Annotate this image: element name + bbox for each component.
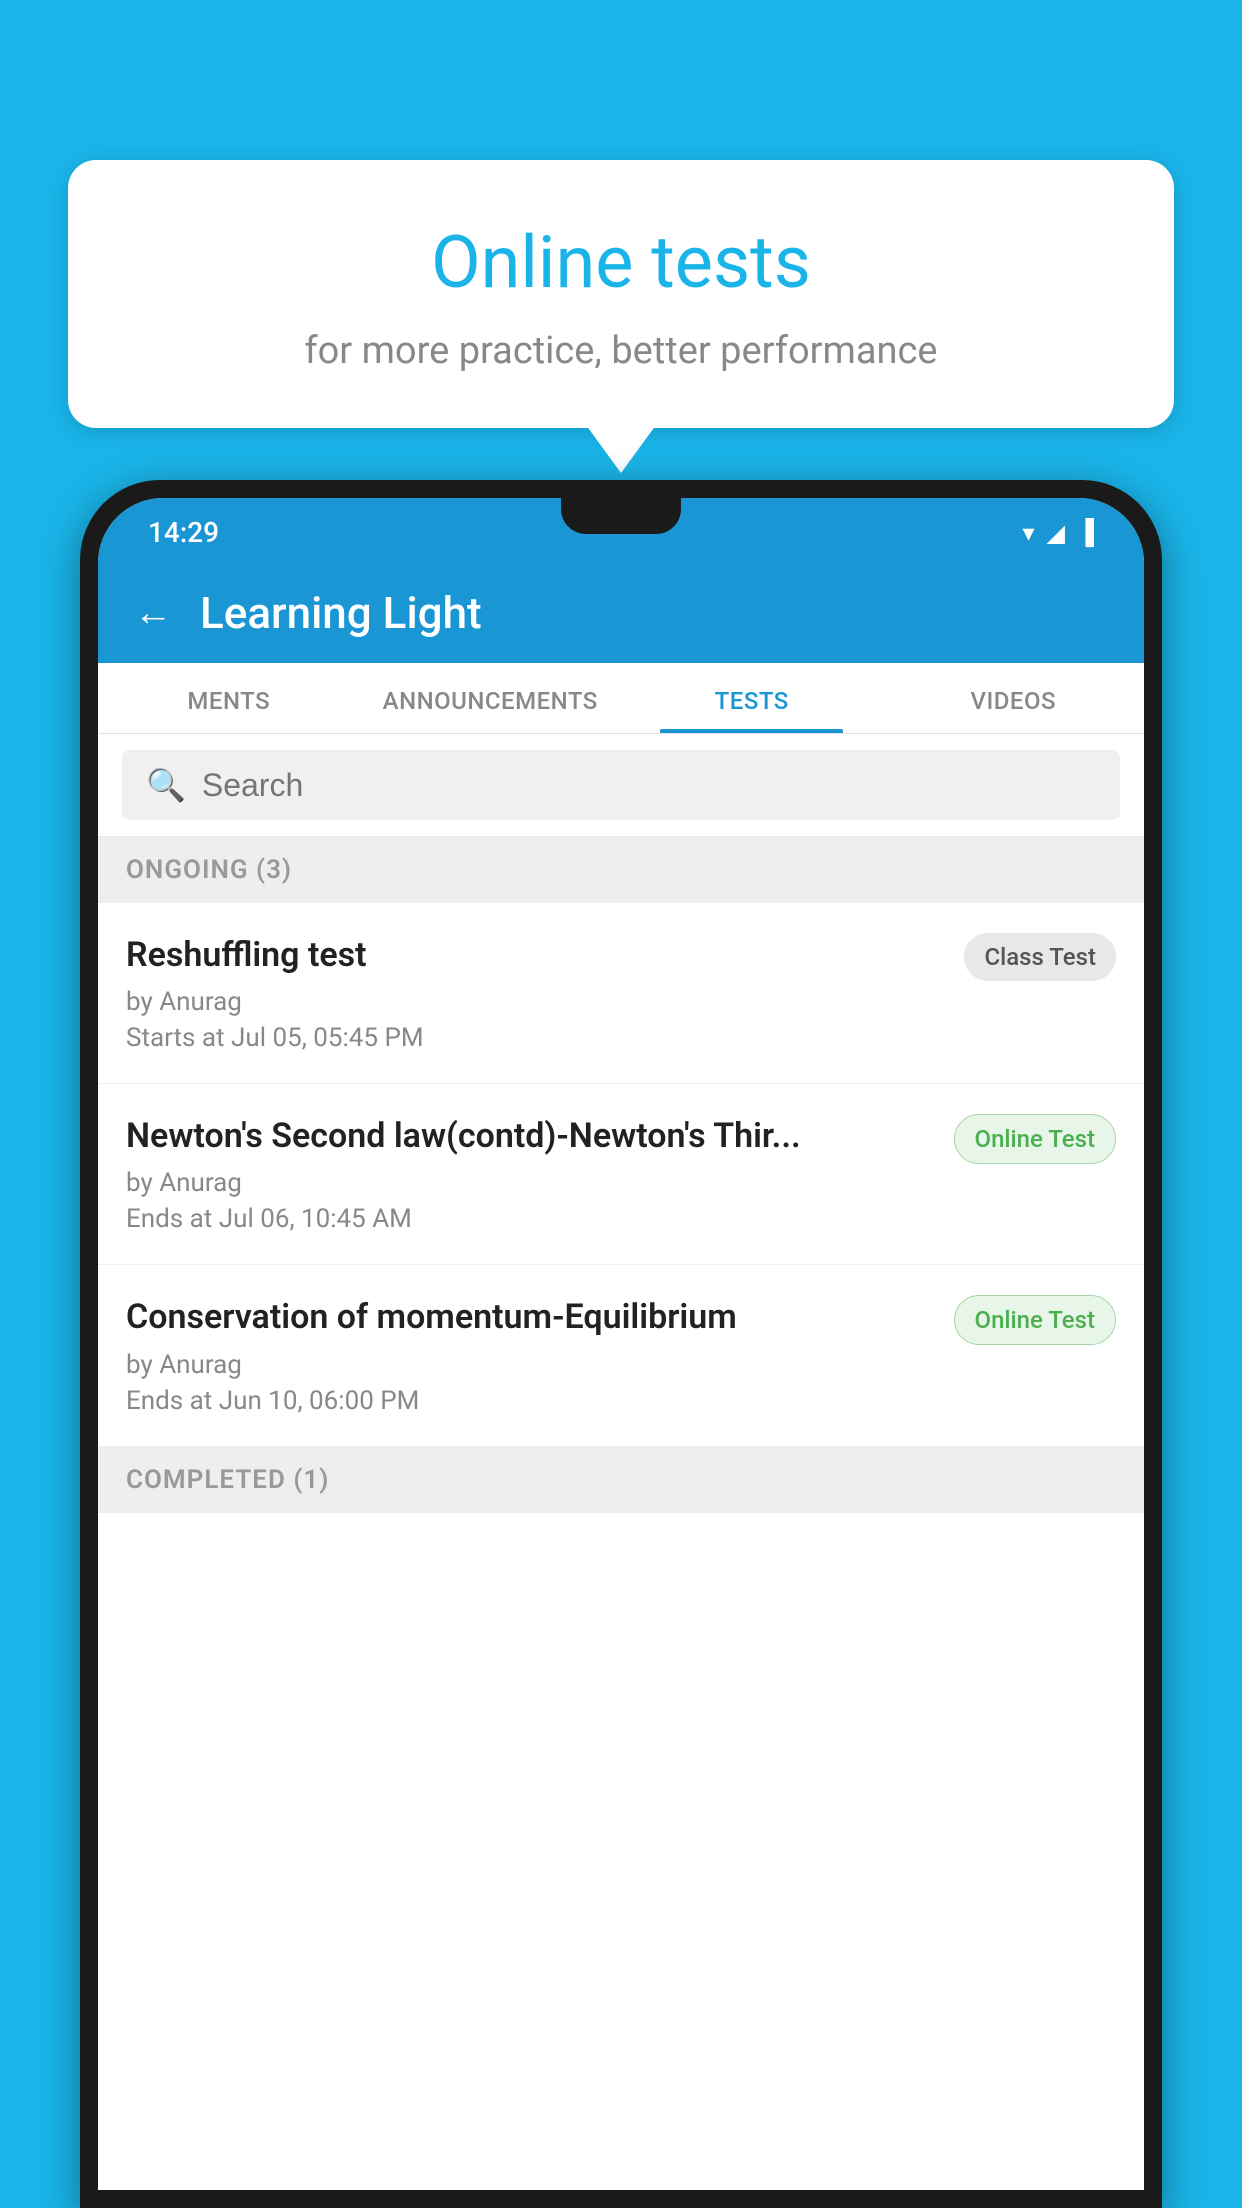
test-name: Conservation of momentum-Equilibrium xyxy=(126,1295,934,1339)
back-button[interactable]: ← xyxy=(134,591,172,635)
test-badge: Class Test xyxy=(964,933,1116,981)
test-time: Starts at Jul 05, 05:45 PM xyxy=(126,1023,944,1053)
tests-list: Reshuffling test by Anurag Starts at Jul… xyxy=(98,903,1144,2190)
status-icons: ▾ ◢ ▐ xyxy=(1022,518,1094,547)
search-box: 🔍 xyxy=(122,750,1120,820)
test-name: Reshuffling test xyxy=(126,933,944,977)
test-by: by Anurag xyxy=(126,1168,934,1198)
tab-announcements[interactable]: ANNOUNCEMENTS xyxy=(360,663,622,733)
test-info: Conservation of momentum-Equilibrium by … xyxy=(126,1295,934,1415)
bubble-subtitle: for more practice, better performance xyxy=(118,329,1124,373)
test-time: Ends at Jun 10, 06:00 PM xyxy=(126,1386,934,1416)
test-time: Ends at Jul 06, 10:45 AM xyxy=(126,1204,934,1234)
app-bar: ← Learning Light xyxy=(98,563,1144,663)
completed-section-header: COMPLETED (1) xyxy=(98,1447,1144,1513)
search-container: 🔍 xyxy=(98,734,1144,837)
test-by: by Anurag xyxy=(126,1350,934,1380)
test-name: Newton's Second law(contd)-Newton's Thir… xyxy=(126,1114,934,1158)
test-item[interactable]: Reshuffling test by Anurag Starts at Jul… xyxy=(98,903,1144,1084)
test-item[interactable]: Conservation of momentum-Equilibrium by … xyxy=(98,1265,1144,1446)
tab-tests[interactable]: TESTS xyxy=(621,663,883,733)
test-info: Newton's Second law(contd)-Newton's Thir… xyxy=(126,1114,934,1234)
tab-videos[interactable]: VIDEOS xyxy=(883,663,1145,733)
ongoing-section-header: ONGOING (3) xyxy=(98,837,1144,903)
test-item[interactable]: Newton's Second law(contd)-Newton's Thir… xyxy=(98,1084,1144,1265)
test-by: by Anurag xyxy=(126,987,944,1017)
test-info: Reshuffling test by Anurag Starts at Jul… xyxy=(126,933,944,1053)
tab-assignments[interactable]: MENTS xyxy=(98,663,360,733)
test-badge: Online Test xyxy=(954,1114,1116,1164)
bubble-title: Online tests xyxy=(118,220,1124,305)
status-time: 14:29 xyxy=(148,516,219,549)
phone-notch xyxy=(561,498,681,534)
speech-bubble: Online tests for more practice, better p… xyxy=(68,160,1174,428)
signal-icon: ◢ xyxy=(1047,519,1065,547)
phone-frame: 14:29 ▾ ◢ ▐ ← Learning Light MENTS ANNOU… xyxy=(80,480,1162,2208)
tabs-bar: MENTS ANNOUNCEMENTS TESTS VIDEOS xyxy=(98,663,1144,734)
battery-icon: ▐ xyxy=(1077,518,1094,547)
wifi-icon: ▾ xyxy=(1022,519,1034,547)
app-title: Learning Light xyxy=(200,587,482,639)
test-badge: Online Test xyxy=(954,1295,1116,1345)
search-icon: 🔍 xyxy=(146,766,186,804)
phone-screen: 14:29 ▾ ◢ ▐ ← Learning Light MENTS ANNOU… xyxy=(98,498,1144,2190)
search-input[interactable] xyxy=(202,767,1096,804)
